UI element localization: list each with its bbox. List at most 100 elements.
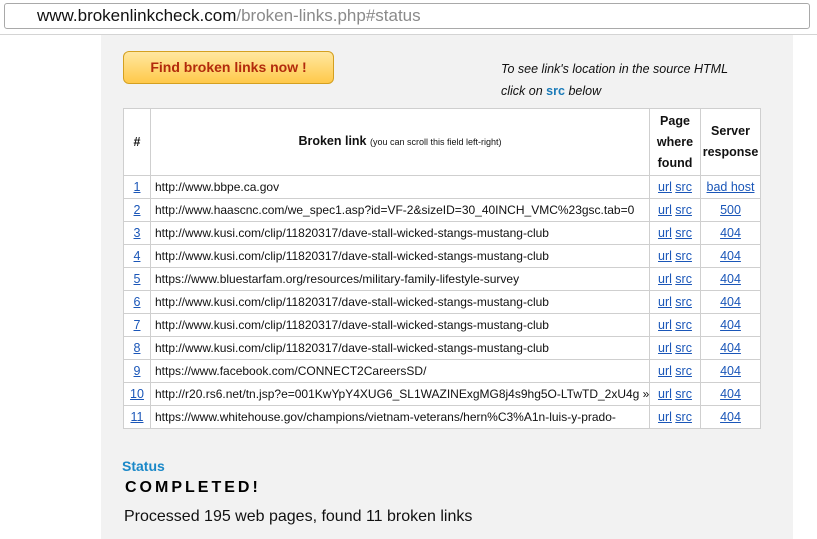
row-number-cell: 9 [123,359,151,383]
page-url-link[interactable]: url [658,387,672,401]
server-response-link[interactable]: 404 [720,318,741,332]
page-where-found-cell: url src [649,336,701,360]
server-response-cell: 404 [700,290,761,314]
broken-link-cell[interactable]: http://www.kusi.com/clip/11820317/dave-s… [150,336,650,360]
server-response-link[interactable]: bad host [707,180,755,194]
broken-links-table: # Broken link (you can scroll this field… [123,108,761,429]
row-number-link[interactable]: 1 [134,180,141,194]
server-response-cell: 404 [700,221,761,245]
row-number-link[interactable]: 10 [130,387,144,401]
header-page-line1: Page [660,113,690,128]
page-src-link[interactable]: src [675,341,692,355]
row-number-cell: 7 [123,313,151,337]
header-page-where-found: Page where found [649,108,701,176]
row-number-cell: 10 [123,382,151,406]
broken-link-cell[interactable]: http://www.kusi.com/clip/11820317/dave-s… [150,244,650,268]
page-src-link[interactable]: src [675,318,692,332]
source-hint-line1: To see link's location in the source HTM… [501,62,729,76]
broken-link-cell[interactable]: https://www.facebook.com/CONNECT2Careers… [150,359,650,383]
server-response-cell: 404 [700,405,761,429]
url-path: /broken-links.php#status [236,6,421,25]
table-row: 3 http://www.kusi.com/clip/11820317/dave-… [123,221,761,245]
page-src-link[interactable]: src [675,226,692,240]
page-src-link[interactable]: src [675,203,692,217]
server-response-link[interactable]: 500 [720,203,741,217]
status-label: Status [122,458,165,474]
header-server-line1: Server [711,124,750,138]
header-server-line2: response [702,145,759,159]
row-number-link[interactable]: 4 [134,249,141,263]
header-broken-link-label: Broken link [298,134,367,148]
page-url-link[interactable]: url [658,180,672,194]
page-src-link[interactable]: src [675,249,692,263]
page-src-link[interactable]: src [675,410,692,424]
server-response-link[interactable]: 404 [720,226,741,240]
server-response-cell: 404 [700,382,761,406]
row-number-link[interactable]: 2 [134,203,141,217]
server-response-cell: 404 [700,359,761,383]
row-number-link[interactable]: 5 [134,272,141,286]
server-response-cell: 404 [700,336,761,360]
table-header-row: # Broken link (you can scroll this field… [123,108,761,176]
page-url-link[interactable]: url [658,203,672,217]
table-row: 8 http://www.kusi.com/clip/11820317/dave-… [123,336,761,360]
server-response-link[interactable]: 404 [720,295,741,309]
page-where-found-cell: url src [649,382,701,406]
page-where-found-cell: url src [649,359,701,383]
server-response-link[interactable]: 404 [720,364,741,378]
row-number-cell: 3 [123,221,151,245]
broken-link-cell[interactable]: http://www.kusi.com/clip/11820317/dave-s… [150,221,650,245]
row-number-link[interactable]: 9 [134,364,141,378]
row-number-link[interactable]: 3 [134,226,141,240]
source-hint-suffix: below [568,84,602,98]
server-response-link[interactable]: 404 [720,387,741,401]
server-response-cell: 404 [700,244,761,268]
server-response-link[interactable]: 404 [720,249,741,263]
page-url-link[interactable]: url [658,226,672,240]
broken-link-cell[interactable]: http://r20.rs6.net/tn.jsp?e=001KwYpY4XUG… [150,382,650,406]
page-where-found-cell: url src [649,267,701,291]
row-number-cell: 1 [123,175,151,199]
broken-link-cell[interactable]: http://www.bbpe.ca.gov [150,175,650,199]
page-url-link[interactable]: url [658,410,672,424]
server-response-link[interactable]: 404 [720,410,741,424]
page-url-link[interactable]: url [658,272,672,286]
header-page-line2: where [656,134,694,149]
broken-link-cell[interactable]: http://www.haascnc.com/we_spec1.asp?id=V… [150,198,650,222]
page-src-link[interactable]: src [675,272,692,286]
broken-link-cell[interactable]: https://www.whitehouse.gov/champions/vie… [150,405,650,429]
row-number-link[interactable]: 8 [134,341,141,355]
page-src-link[interactable]: src [675,387,692,401]
row-number-link[interactable]: 11 [131,410,144,424]
address-bar-url[interactable]: www.brokenlinkcheck.com/broken-links.php… [37,5,421,27]
row-number-cell: 6 [123,290,151,314]
header-server-response: Server response [700,108,761,176]
row-number-cell: 11 [123,405,151,429]
server-response-link[interactable]: 404 [720,341,741,355]
page-src-link[interactable]: src [675,364,692,378]
broken-link-cell[interactable]: https://www.bluestarfam.org/resources/mi… [150,267,650,291]
page-where-found-cell: url src [649,313,701,337]
header-broken-link: Broken link (you can scroll this field l… [150,108,650,176]
broken-link-cell[interactable]: http://www.kusi.com/clip/11820317/dave-s… [150,313,650,337]
page-url-link[interactable]: url [658,249,672,263]
page-src-link[interactable]: src [675,180,692,194]
status-completed: COMPLETED! [125,479,261,496]
url-host: www.brokenlinkcheck.com [37,6,237,25]
server-response-cell: bad host [700,175,761,199]
server-response-link[interactable]: 404 [720,272,741,286]
find-broken-links-button[interactable]: Find broken links now ! [123,51,334,84]
header-page-line3: found [657,155,693,170]
page-url-link[interactable]: url [658,341,672,355]
table-row: 6 http://www.kusi.com/clip/11820317/dave-… [123,290,761,314]
server-response-cell: 500 [700,198,761,222]
page-url-link[interactable]: url [658,318,672,332]
page-url-link[interactable]: url [658,364,672,378]
broken-link-cell[interactable]: http://www.kusi.com/clip/11820317/dave-s… [150,290,650,314]
row-number-link[interactable]: 7 [134,318,141,332]
address-bar[interactable]: www.brokenlinkcheck.com/broken-links.php… [4,3,810,29]
page-url-link[interactable]: url [658,295,672,309]
status-summary: Processed 195 web pages, found 11 broken… [124,508,473,525]
row-number-link[interactable]: 6 [134,295,141,309]
page-src-link[interactable]: src [675,295,692,309]
